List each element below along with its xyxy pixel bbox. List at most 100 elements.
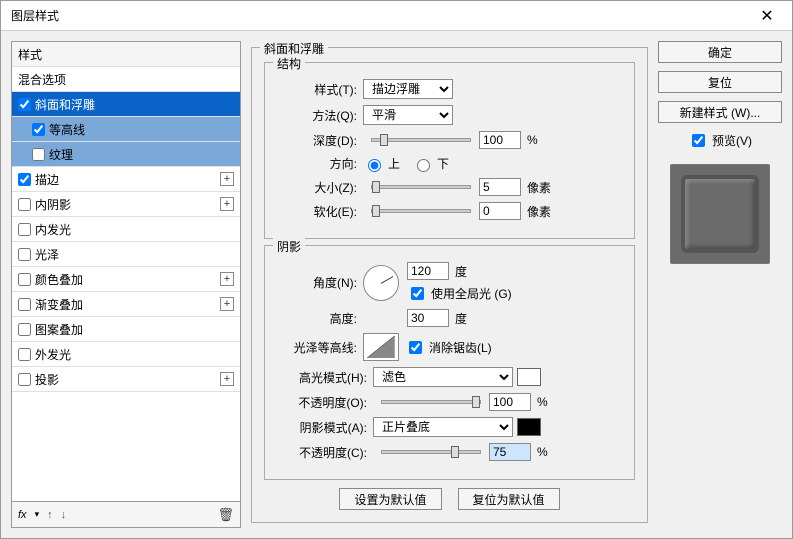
structure-legend: 结构 xyxy=(273,55,305,72)
highlight-opacity-slider[interactable] xyxy=(381,400,481,404)
highlight-opacity-input[interactable] xyxy=(489,393,531,411)
arrow-up-icon[interactable]: ↑ xyxy=(47,509,53,521)
style-checkbox[interactable] xyxy=(18,373,31,386)
shading-legend: 阴影 xyxy=(273,238,305,255)
style-label: 描边 xyxy=(35,171,59,188)
make-default-button[interactable]: 设置为默认值 xyxy=(339,488,441,510)
styles-header: 样式 xyxy=(12,42,240,67)
altitude-label: 高度: xyxy=(277,310,363,327)
altitude-unit: 度 xyxy=(455,310,467,327)
angle-unit: 度 xyxy=(455,263,467,280)
style-label: 内阴影 xyxy=(35,196,71,213)
size-slider[interactable] xyxy=(371,185,471,189)
add-instance-icon[interactable]: + xyxy=(220,372,234,386)
style-checkbox[interactable] xyxy=(18,248,31,261)
preview-thumbnail xyxy=(670,164,770,264)
style-label: 光泽 xyxy=(35,246,59,263)
direction-down-radio[interactable]: 下 xyxy=(412,155,449,172)
shadow-mode-label: 阴影模式(A): xyxy=(277,419,373,436)
size-input[interactable] xyxy=(479,178,521,196)
settings-panel: 斜面和浮雕 结构 样式(T): 描边浮雕 方法(Q): 平滑 深度(D): xyxy=(251,41,648,528)
preview-checkbox[interactable]: 预览(V) xyxy=(658,131,782,150)
depth-input[interactable] xyxy=(479,131,521,149)
right-panel: 确定 复位 新建样式 (W)... 预览(V) xyxy=(658,41,782,528)
style-label: 样式(T): xyxy=(277,81,363,98)
highlight-opacity-label: 不透明度(O): xyxy=(277,394,373,411)
technique-label: 方法(Q): xyxy=(277,107,363,124)
depth-slider[interactable] xyxy=(371,138,471,142)
altitude-input[interactable] xyxy=(407,309,449,327)
add-instance-icon[interactable]: + xyxy=(220,272,234,286)
style-row-9[interactable]: 图案叠加 xyxy=(12,317,240,342)
add-instance-icon[interactable]: + xyxy=(220,197,234,211)
cancel-button[interactable]: 复位 xyxy=(658,71,782,93)
style-checkbox[interactable] xyxy=(18,173,31,186)
style-row-5[interactable]: 内发光 xyxy=(12,217,240,242)
angle-wheel[interactable] xyxy=(363,265,399,301)
arrow-down-icon[interactable]: ↓ xyxy=(61,509,67,521)
soften-slider[interactable] xyxy=(371,209,471,213)
highlight-mode-select[interactable]: 滤色 xyxy=(373,367,513,387)
highlight-mode-label: 高光模式(H): xyxy=(277,369,373,386)
style-checkbox[interactable] xyxy=(32,123,45,136)
antialias-checkbox[interactable]: 消除锯齿(L) xyxy=(405,338,492,357)
blending-options-row[interactable]: 混合选项 xyxy=(12,67,240,92)
highlight-color-swatch[interactable] xyxy=(517,368,541,386)
soften-label: 软化(E): xyxy=(277,203,363,220)
gloss-contour-label: 光泽等高线: xyxy=(277,339,363,356)
soften-unit: 像素 xyxy=(527,203,551,220)
style-checkbox[interactable] xyxy=(18,198,31,211)
style-row-2[interactable]: 纹理 xyxy=(12,142,240,167)
style-row-6[interactable]: 光泽 xyxy=(12,242,240,267)
soften-input[interactable] xyxy=(479,202,521,220)
style-row-4[interactable]: 内阴影 + xyxy=(12,192,240,217)
fx-icon[interactable]: fx xyxy=(18,509,27,521)
style-checkbox[interactable] xyxy=(18,273,31,286)
window-title: 图层样式 xyxy=(11,7,59,24)
style-row-1[interactable]: 等高线 xyxy=(12,117,240,142)
style-row-10[interactable]: 外发光 xyxy=(12,342,240,367)
depth-unit: % xyxy=(527,133,538,147)
styles-header-label: 样式 xyxy=(18,46,42,63)
style-checkbox[interactable] xyxy=(18,298,31,311)
style-checkbox[interactable] xyxy=(18,323,31,336)
size-unit: 像素 xyxy=(527,179,551,196)
global-light-checkbox[interactable]: 使用全局光 (G) xyxy=(407,284,512,303)
style-label: 等高线 xyxy=(49,121,85,138)
shadow-mode-select[interactable]: 正片叠底 xyxy=(373,417,513,437)
ok-button[interactable]: 确定 xyxy=(658,41,782,63)
depth-label: 深度(D): xyxy=(277,132,363,149)
shadow-color-swatch[interactable] xyxy=(517,418,541,436)
direction-up-radio[interactable]: 上 xyxy=(363,155,400,172)
blending-label: 混合选项 xyxy=(18,71,66,88)
add-instance-icon[interactable]: + xyxy=(220,297,234,311)
style-row-8[interactable]: 渐变叠加+ xyxy=(12,292,240,317)
add-instance-icon[interactable]: + xyxy=(220,172,234,186)
style-select[interactable]: 描边浮雕 xyxy=(363,79,453,99)
close-icon[interactable]: ✕ xyxy=(752,6,782,26)
style-checkbox[interactable] xyxy=(32,148,45,161)
shadow-opacity-input[interactable] xyxy=(489,443,531,461)
style-row-3[interactable]: 描边 + xyxy=(12,167,240,192)
gloss-contour-picker[interactable] xyxy=(363,333,399,361)
style-checkbox[interactable] xyxy=(18,348,31,361)
style-checkbox[interactable] xyxy=(18,223,31,236)
style-checkbox[interactable] xyxy=(18,98,31,111)
titlebar: 图层样式 ✕ xyxy=(1,1,792,31)
angle-input[interactable] xyxy=(407,262,449,280)
style-row-0[interactable]: 斜面和浮雕 xyxy=(12,92,240,117)
shadow-opacity-slider[interactable] xyxy=(381,450,481,454)
shadow-opacity-label: 不透明度(C): xyxy=(277,444,373,461)
trash-icon[interactable]: 🗑 xyxy=(217,507,234,523)
angle-label: 角度(N): xyxy=(277,274,363,291)
styles-list: 样式 混合选项 斜面和浮雕等高线纹理描边 + 内阴影 + 内发光光泽颜色叠加+渐变叠加+… xyxy=(11,41,241,502)
style-label: 纹理 xyxy=(49,146,73,163)
technique-select[interactable]: 平滑 xyxy=(363,105,453,125)
reset-default-button[interactable]: 复位为默认值 xyxy=(458,488,560,510)
bevel-emboss-group: 斜面和浮雕 结构 样式(T): 描边浮雕 方法(Q): 平滑 深度(D): xyxy=(251,47,648,523)
style-label: 斜面和浮雕 xyxy=(35,96,95,113)
new-style-button[interactable]: 新建样式 (W)... xyxy=(658,101,782,123)
shading-group: 阴影 角度(N): 度 使用全局光 (G) 高度: xyxy=(264,245,635,480)
style-row-7[interactable]: 颜色叠加+ xyxy=(12,267,240,292)
style-row-11[interactable]: 投影+ xyxy=(12,367,240,392)
